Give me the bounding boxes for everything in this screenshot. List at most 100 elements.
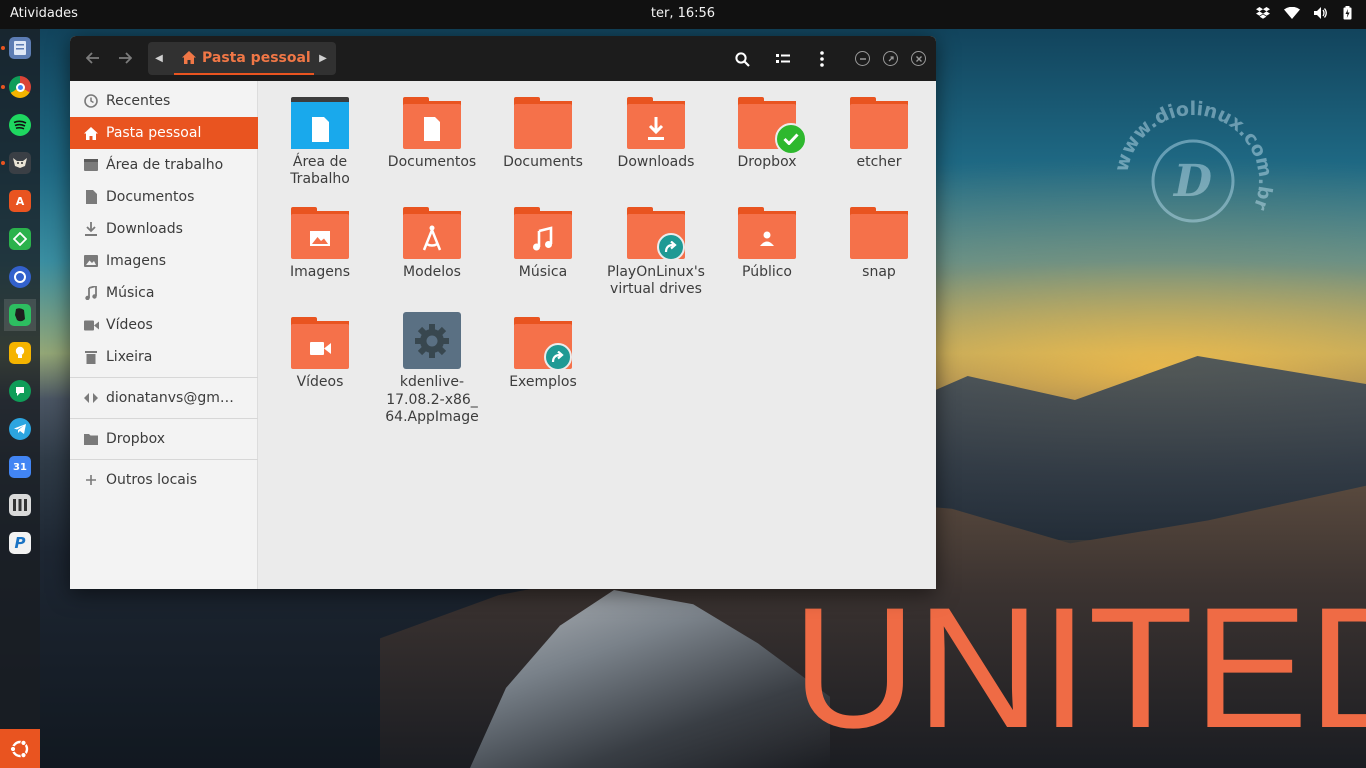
file-label: Documentos — [387, 154, 477, 170]
image-icon — [83, 253, 99, 269]
sidebar-item-documents[interactable]: Documentos — [70, 181, 258, 213]
maximize-button[interactable] — [883, 51, 898, 66]
file-manager-window: ◀ Pasta pessoal ▶ Recentes Pasta pessoal… — [70, 36, 936, 589]
dock-mixer[interactable] — [4, 489, 36, 521]
volume-icon[interactable] — [1314, 6, 1328, 20]
back-button[interactable] — [82, 47, 104, 69]
sidebar-item-videos[interactable]: Vídeos — [70, 309, 258, 341]
dock-simplenote[interactable] — [4, 261, 36, 293]
dock-calendar[interactable]: 31 — [4, 451, 36, 483]
file-label: Exemplos — [509, 374, 577, 390]
dock-hangouts[interactable] — [4, 375, 36, 407]
file-item[interactable]: Imagens — [264, 207, 376, 281]
list-view-icon — [776, 54, 790, 63]
sidebar-item-music[interactable]: Música — [70, 277, 258, 309]
sidebar-item-label: Vídeos — [106, 317, 153, 333]
desktop-folder-icon — [291, 97, 349, 149]
folder-icon — [83, 431, 99, 447]
sidebar-item-downloads[interactable]: Downloads — [70, 213, 258, 245]
path-scroll-right[interactable]: ▶ — [316, 50, 330, 66]
files-app-icon — [9, 37, 31, 59]
show-applications-button[interactable] — [0, 729, 40, 768]
file-item[interactable]: etcher — [823, 97, 935, 171]
file-item[interactable]: Documentos — [376, 97, 488, 171]
file-label: Música — [518, 264, 568, 280]
file-label: Modelos — [403, 264, 461, 280]
dock-files[interactable] — [1, 32, 36, 64]
file-item[interactable]: Documents — [487, 97, 599, 171]
wifi-icon[interactable] — [1282, 6, 1302, 20]
file-grid: Área de Trabalho Documentos Documents Dow… — [258, 81, 936, 589]
sidebar-item-recent[interactable]: Recentes — [70, 85, 258, 117]
evernote-icon — [9, 304, 31, 326]
forward-button[interactable] — [114, 47, 136, 69]
battery-icon[interactable] — [1340, 6, 1354, 20]
breadcrumb-home[interactable]: Pasta pessoal — [174, 42, 314, 75]
ubuntu-logo-icon — [9, 739, 29, 758]
view-toggle-button[interactable] — [772, 48, 794, 70]
sidebar-item-label: Imagens — [106, 253, 167, 269]
file-item[interactable]: PlayOnLinux's virtual drives — [600, 207, 712, 298]
sidebar-item-label: Dropbox — [106, 431, 165, 447]
running-indicator — [1, 85, 5, 89]
sidebar-item-label: Downloads — [106, 221, 183, 237]
chrome-icon — [9, 76, 31, 98]
minimize-button[interactable] — [855, 51, 870, 66]
sidebar-item-pictures[interactable]: Imagens — [70, 245, 258, 277]
folder-icon — [514, 97, 572, 149]
file-item[interactable]: Vídeos — [264, 317, 376, 391]
p-app-icon: P — [9, 532, 31, 554]
search-button[interactable] — [731, 48, 753, 70]
keep-bulb-icon — [9, 342, 31, 364]
clock[interactable]: ter, 16:56 — [0, 6, 1366, 21]
pictures-folder-icon — [291, 207, 349, 259]
file-item[interactable]: Modelos — [376, 207, 488, 281]
sidebar-item-label: Recentes — [106, 93, 171, 109]
telegram-icon — [9, 418, 31, 440]
file-label: PlayOnLinux's virtual drives — [607, 264, 705, 297]
system-tray[interactable] — [1256, 6, 1354, 20]
downloads-folder-icon — [627, 97, 685, 149]
search-icon — [734, 51, 750, 67]
dock-software[interactable]: A — [4, 185, 36, 217]
dock-feedly[interactable] — [4, 223, 36, 255]
path-scroll-left[interactable]: ◀ — [152, 50, 166, 66]
file-item[interactable]: Música — [487, 207, 599, 281]
sidebar-item-online-account[interactable]: dionatanvs@gm… — [70, 382, 258, 414]
sidebar-item-label: Documentos — [106, 189, 195, 205]
music-folder-icon — [514, 207, 572, 259]
close-button[interactable] — [911, 51, 926, 66]
sidebar-item-other-locations[interactable]: Outros locais — [70, 464, 258, 496]
plus-icon — [83, 472, 99, 488]
sidebar-separator — [70, 459, 258, 460]
file-item[interactable]: kdenlive- 17.08.2-x86_ 64.AppImage — [376, 312, 488, 427]
dock-pcloud[interactable]: P — [4, 527, 36, 559]
dock-nocturn[interactable] — [1, 147, 36, 179]
file-label: Downloads — [617, 154, 695, 170]
file-item[interactable]: Dropbox — [711, 97, 823, 171]
minimize-icon — [859, 57, 866, 60]
network-share-icon — [83, 390, 99, 406]
file-item[interactable]: Downloads — [600, 97, 712, 171]
arrow-right-icon — [119, 52, 132, 64]
dock-spotify[interactable] — [4, 109, 36, 141]
sidebar-item-trash[interactable]: Lixeira — [70, 341, 258, 373]
file-item[interactable]: Área de Trabalho — [264, 97, 376, 188]
dock-keep[interactable] — [4, 337, 36, 369]
file-item[interactable]: Exemplos — [487, 317, 599, 391]
dropbox-tray-icon[interactable] — [1256, 6, 1270, 20]
top-bar: Atividades ter, 16:56 — [0, 0, 1366, 29]
file-item[interactable]: Público — [711, 207, 823, 281]
feedly-icon — [9, 228, 31, 250]
maximize-icon — [888, 55, 894, 61]
sidebar-item-label: Área de trabalho — [106, 157, 224, 173]
dock-evernote[interactable] — [4, 299, 36, 331]
executable-gear-icon — [403, 312, 461, 369]
menu-button[interactable] — [811, 48, 833, 70]
dock-telegram[interactable] — [4, 413, 36, 445]
file-item[interactable]: snap — [823, 207, 935, 281]
sidebar-item-dropbox[interactable]: Dropbox — [70, 423, 258, 455]
sidebar-item-desktop[interactable]: Área de trabalho — [70, 149, 258, 181]
sidebar-item-home[interactable]: Pasta pessoal — [70, 117, 258, 149]
dock-chrome[interactable] — [1, 71, 36, 103]
